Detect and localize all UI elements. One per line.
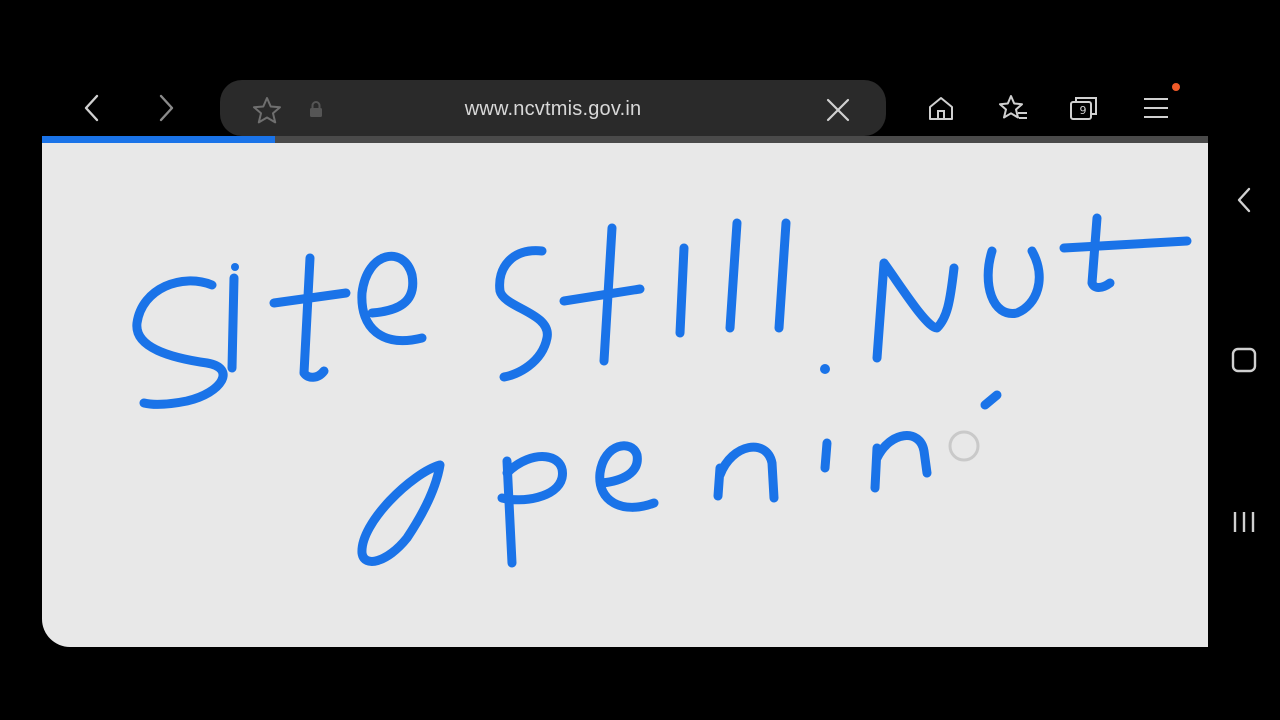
i-dot [820,364,830,374]
tabs-icon: 9 [1069,95,1099,121]
tabs-button[interactable]: 9 [1066,90,1102,126]
home-button[interactable] [923,90,959,126]
star-list-icon [999,95,1027,119]
system-back-icon [1237,187,1251,213]
system-recents-icon [1233,512,1255,532]
system-recents-button[interactable] [1220,498,1268,546]
stop-loading-button[interactable] [826,98,850,127]
home-icon [929,97,953,120]
system-home-icon [1231,347,1257,373]
handwritten-annotation [132,213,1192,568]
forward-button[interactable] [148,90,184,126]
page-load-progress [42,136,1208,143]
system-home-button[interactable] [1220,336,1268,384]
system-back-button[interactable] [1220,176,1268,224]
i-dot [231,263,239,271]
touch-cursor [948,430,980,462]
back-button[interactable] [74,90,110,126]
chevron-left-icon [84,94,99,122]
notification-dot [1172,83,1180,91]
chevron-right-icon [159,94,174,122]
hamburger-menu-icon [1144,98,1168,118]
web-page-content [42,143,1208,647]
url-text[interactable]: www.ncvtmis.gov.in [220,98,886,121]
bookmarks-button[interactable] [995,90,1031,126]
page-load-progress-fill [42,136,276,143]
browser-toolbar: www.ncvtmis.gov.in 9 [0,76,1210,140]
menu-button[interactable] [1138,90,1174,126]
address-bar[interactable]: www.ncvtmis.gov.in [220,80,886,136]
close-icon [826,98,850,122]
tab-count: 9 [1079,104,1087,117]
